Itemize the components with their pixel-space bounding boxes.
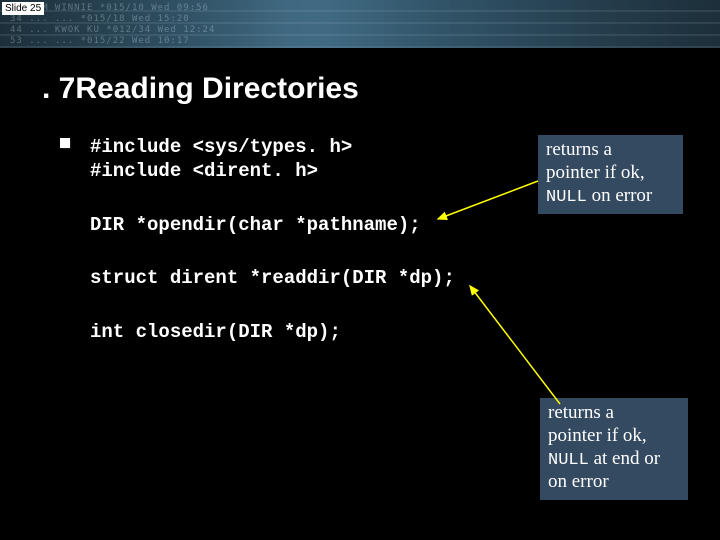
- note-line: pointer if ok,: [546, 162, 675, 185]
- header-banner: 21 IBM WINNIE *015/10 Wed 09:56 34 ... .…: [0, 0, 720, 48]
- header-faux-terminal: 21 IBM WINNIE *015/10 Wed 09:56 34 ... .…: [0, 0, 720, 48]
- code-opendir: DIR *opendir(char *pathname);: [90, 214, 720, 238]
- note-line: on error: [548, 471, 680, 494]
- note-line: NULL at end or: [548, 448, 680, 471]
- bullet-icon: [60, 138, 70, 148]
- note-readdir-return: returns a pointer if ok, NULL at end or …: [540, 398, 688, 500]
- code-closedir: int closedir(DIR *dp);: [90, 321, 720, 345]
- note-line: pointer if ok,: [548, 425, 680, 448]
- note-line: returns a: [546, 139, 675, 162]
- note-opendir-return: returns a pointer if ok, NULL on error: [538, 135, 683, 214]
- code-readdir: struct dirent *readdir(DIR *dp);: [90, 267, 720, 291]
- note-line: NULL on error: [546, 185, 675, 208]
- slide-title: . 7Reading Directories: [42, 72, 720, 106]
- null-keyword: NULL: [546, 188, 587, 207]
- null-keyword: NULL: [548, 451, 589, 470]
- slide-number-label: Slide 25: [2, 2, 44, 15]
- note-line: returns a: [548, 402, 680, 425]
